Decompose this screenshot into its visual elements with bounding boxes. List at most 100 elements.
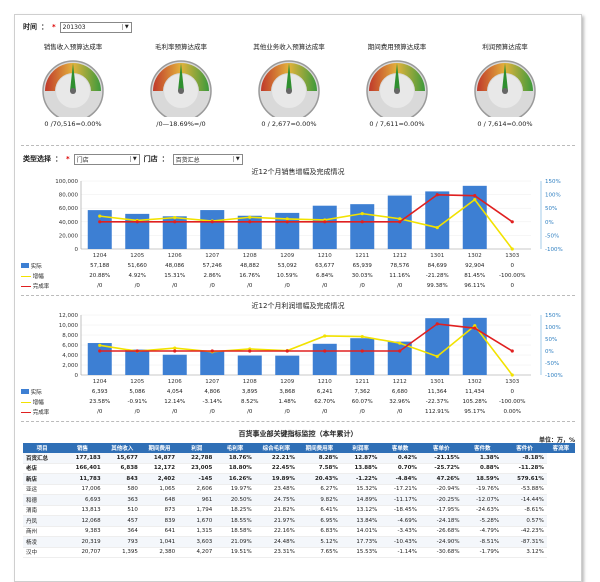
y2-tick-label: 100% xyxy=(545,193,561,199)
x-tick-label: 1211 xyxy=(355,379,369,385)
biz-select-value: 门店 xyxy=(76,156,89,164)
kpi-cell: 0.42% xyxy=(380,453,420,464)
kpi-cell: 6.83% xyxy=(297,526,341,537)
kpi-cell: 和德 xyxy=(23,494,62,506)
x-tick-label: 1209 xyxy=(280,379,294,385)
biz-select[interactable]: 门店 ▼ xyxy=(73,153,140,165)
kpi-cell: 47.26% xyxy=(419,473,463,485)
point xyxy=(398,349,402,353)
data-label: 57,188 xyxy=(90,263,110,269)
data-label: 105.28% xyxy=(462,399,487,405)
point xyxy=(323,220,327,224)
kpi-cell: 961 xyxy=(178,494,216,506)
gauge-value: 0 /70,516=0.00% xyxy=(44,120,102,128)
data-label: 4,054 xyxy=(166,389,183,395)
kpi-cell: 15,677 xyxy=(103,453,141,464)
point xyxy=(173,346,177,350)
kpi-cell: 20,319 xyxy=(61,536,104,548)
gauge-value: 0 / 2,677=0.00% xyxy=(261,120,317,128)
x-tick-label: 1303 xyxy=(505,253,519,259)
kpi-cell: -17.21% xyxy=(380,484,420,495)
bar xyxy=(200,350,225,375)
kpi-cell: -24.63% xyxy=(462,505,503,516)
kpi-cell: 579.61% xyxy=(502,473,547,485)
kpi-cell: 16.26% xyxy=(215,473,255,485)
series-name: 增幅 xyxy=(32,274,44,280)
point xyxy=(285,220,289,224)
kpi-cell: 177,183 xyxy=(61,453,104,464)
point xyxy=(473,198,477,202)
kpi-cell: 18.58% xyxy=(215,526,255,537)
series-line xyxy=(99,198,513,250)
y2-tick-label: 150% xyxy=(545,313,561,319)
gauge: 销售收入预算达成率 0 /70,516=0.00% xyxy=(23,41,123,128)
kpi-cell: 汉中 xyxy=(23,547,62,558)
store-label: 门店 xyxy=(143,155,158,163)
kpi-cell: 20.50% xyxy=(215,494,255,506)
point xyxy=(360,220,364,224)
point xyxy=(248,220,252,224)
kpi-cell: 873 xyxy=(140,505,179,516)
point xyxy=(210,220,214,224)
point xyxy=(435,322,439,326)
data-label: 65,939 xyxy=(352,263,372,269)
kpi-cell: -18.45% xyxy=(380,505,420,516)
kpi-cell: -145 xyxy=(178,473,216,485)
y-tick-label: 40,000 xyxy=(59,220,79,226)
kpi-header-cell: 客单数 xyxy=(380,443,420,453)
gauge-dial xyxy=(474,60,536,122)
store-select[interactable]: 百货汇总 ▼ xyxy=(172,153,243,165)
x-tick-label: 1210 xyxy=(318,379,332,385)
kpi-cell: 13,813 xyxy=(61,505,104,516)
gauge-dial xyxy=(42,60,104,122)
gauge-dial xyxy=(258,60,320,122)
point xyxy=(210,349,214,353)
data-label: /0 xyxy=(397,283,403,289)
x-tick-label: 1302 xyxy=(468,253,482,259)
point xyxy=(398,217,402,221)
kpi-cell: 18.59% xyxy=(462,473,503,485)
data-label: 6.84% xyxy=(316,273,334,279)
kpi-cell: 363 xyxy=(103,494,141,506)
kpi-cell: 648 xyxy=(140,494,179,506)
time-select[interactable]: 201303 ▼ xyxy=(59,21,132,33)
kpi-cell: 457 xyxy=(103,515,141,527)
kpi-cell: -42.23% xyxy=(502,526,547,537)
kpi-header-cell: 利润 xyxy=(178,443,216,453)
kpi-cell: -11.17% xyxy=(380,494,420,506)
x-tick-label: 1301 xyxy=(430,253,444,259)
x-tick-label: 1210 xyxy=(318,253,332,259)
kpi-cell: -4.79% xyxy=(462,526,503,537)
data-label: 32.96% xyxy=(389,399,411,405)
y2-tick-label: -100% xyxy=(545,247,563,253)
y-tick-label: 0 xyxy=(75,373,79,379)
data-label: /0 xyxy=(359,283,365,289)
store-filter: 类型选择： * 门店 ▼ 门店： 百货汇总 ▼ xyxy=(23,153,243,165)
kpi-cell: -3.43% xyxy=(380,526,420,537)
kpi-cell: 22.16% xyxy=(254,526,298,537)
data-label: 0 xyxy=(510,263,515,269)
data-label: -22.37% xyxy=(425,399,449,405)
point xyxy=(135,349,139,353)
kpi-cell: 793 xyxy=(103,536,141,548)
x-tick-label: 1301 xyxy=(430,379,444,385)
gauge-title: 利润预算达成率 xyxy=(482,43,528,51)
data-label: 95.17% xyxy=(464,409,486,415)
kpi-cell: 7.58% xyxy=(297,463,341,474)
data-label: 60.07% xyxy=(351,399,373,405)
kpi-cell: 3.12% xyxy=(502,547,547,558)
kpi-cell: 20.43% xyxy=(297,473,341,485)
point xyxy=(285,217,289,221)
gauge: 利润预算达成率 0 / 7,614=0.00% xyxy=(455,41,555,128)
kpi-cell: 14,877 xyxy=(140,453,179,464)
kpi-cell: -1.79% xyxy=(462,547,503,558)
y2-tick-label: 50% xyxy=(545,206,557,212)
kpi-cell: 24.48% xyxy=(254,536,298,548)
data-label: 11,364 xyxy=(427,389,447,395)
data-label: 11.16% xyxy=(389,273,411,279)
data-table-row: 实际 6,393 5,086 4,054 4,806 3,895 3,868 6,241 7,3… xyxy=(21,387,531,397)
data-label: -3.14% xyxy=(202,399,222,405)
gauge-title: 期间费用预算达成率 xyxy=(367,43,427,51)
kpi-cell: 9.82% xyxy=(297,494,341,506)
divider xyxy=(21,145,575,146)
